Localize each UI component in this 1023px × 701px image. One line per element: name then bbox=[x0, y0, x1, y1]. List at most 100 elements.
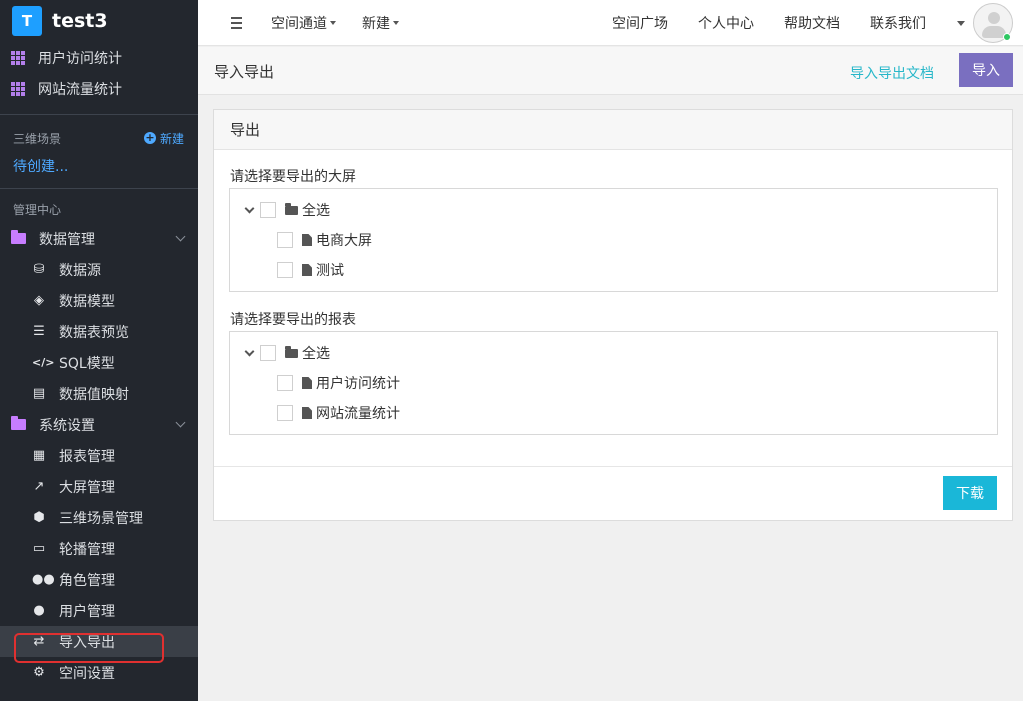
sidebar-item-screen-management[interactable]: ↗ 大屏管理 bbox=[0, 471, 198, 502]
folder-icon bbox=[11, 416, 26, 430]
sidebar-item-datasource[interactable]: ⛁ 数据源 bbox=[0, 254, 198, 285]
user-icon: ● bbox=[33, 603, 45, 618]
sidebar-item-label: 网站流量统计 bbox=[38, 81, 122, 98]
brand[interactable]: T test3 bbox=[0, 0, 198, 42]
nav-menu: 空间通道 新建 bbox=[271, 13, 425, 33]
sidebar-item-label: 大屏管理 bbox=[59, 479, 115, 496]
sidebar-item-role-management[interactable]: ●● 角色管理 bbox=[0, 564, 198, 595]
online-status-dot bbox=[1003, 33, 1011, 41]
checkbox[interactable] bbox=[277, 375, 293, 391]
nav-personal-center[interactable]: 个人中心 bbox=[698, 13, 754, 33]
sidebar-item-label: SQL模型 bbox=[59, 355, 115, 372]
tree-node[interactable]: 用户访问统计 bbox=[277, 373, 400, 393]
sidebar-item-label: 用户管理 bbox=[59, 603, 115, 620]
panel-title: 导出 bbox=[214, 110, 1012, 150]
checkbox[interactable] bbox=[260, 345, 276, 361]
nav-label: 空间通道 bbox=[271, 15, 327, 32]
gear-icon: ⚙ bbox=[33, 665, 45, 680]
checkbox[interactable] bbox=[260, 202, 276, 218]
checkbox[interactable] bbox=[277, 405, 293, 421]
sidebar-item-label: 轮播管理 bbox=[59, 541, 115, 558]
chevron-down-icon[interactable] bbox=[244, 203, 255, 213]
nav-new[interactable]: 新建 bbox=[362, 13, 399, 33]
brand-name: test3 bbox=[52, 10, 108, 32]
reports-tree: 全选 用户访问统计 网站流量统计 bbox=[229, 331, 998, 435]
tree-node-label: 网站流量统计 bbox=[316, 406, 400, 422]
sidebar-item-3d-scene-management[interactable]: ⬢ 三维场景管理 bbox=[0, 502, 198, 533]
import-button[interactable]: 导入 bbox=[959, 53, 1013, 87]
file-icon bbox=[302, 377, 312, 389]
checkbox[interactable] bbox=[277, 262, 293, 278]
sidebar-item-label: 数据表预览 bbox=[59, 324, 129, 341]
plus-circle-icon: + bbox=[143, 131, 156, 144]
nav-space-channel[interactable]: 空间通道 bbox=[271, 13, 336, 33]
sidebar-item-carousel-management[interactable]: ▭ 轮播管理 bbox=[0, 533, 198, 564]
sidebar-item-user-visit-stats[interactable]: 用户访问统计 bbox=[0, 42, 198, 73]
sidebar-item-value-mapping[interactable]: ▤ 数据值映射 bbox=[0, 378, 198, 409]
tree-node-label: 全选 bbox=[302, 203, 330, 219]
nav-contact-us[interactable]: 联系我们 bbox=[870, 13, 926, 33]
sidebar-item-table-preview[interactable]: ☰ 数据表预览 bbox=[0, 316, 198, 347]
tree-node-root[interactable]: 全选 bbox=[244, 200, 330, 220]
screens-tree: 全选 电商大屏 测试 bbox=[229, 188, 998, 292]
tree-node-label: 全选 bbox=[302, 346, 330, 362]
nav-right: 空间广场 个人中心 帮助文档 联系我们 bbox=[612, 0, 1023, 46]
sidebar-item-import-export[interactable]: ⇄ 导入导出 bbox=[0, 626, 198, 657]
tree-node[interactable]: 网站流量统计 bbox=[277, 403, 400, 423]
folder-icon bbox=[11, 230, 26, 244]
tree-node-label: 电商大屏 bbox=[316, 233, 372, 249]
screens-section-label: 请选择要导出的大屏 bbox=[230, 169, 356, 185]
sidebar-item-sql-model[interactable]: </> SQL模型 bbox=[0, 347, 198, 378]
new-scene-label: 新建 bbox=[159, 131, 184, 146]
avatar-head bbox=[988, 12, 1000, 24]
exchange-icon: ⇄ bbox=[33, 634, 45, 649]
nav-help-docs[interactable]: 帮助文档 bbox=[784, 13, 840, 33]
sidebar-item-user-management[interactable]: ● 用户管理 bbox=[0, 595, 198, 626]
new-scene-button[interactable]: + 新建 bbox=[143, 130, 184, 147]
sidebar-item-report-management[interactable]: ▦ 报表管理 bbox=[0, 440, 198, 471]
tree-node[interactable]: 测试 bbox=[277, 260, 344, 280]
tree-node-label: 测试 bbox=[316, 263, 344, 279]
cube-icon: ⬢ bbox=[33, 510, 45, 525]
folder-icon bbox=[285, 202, 298, 215]
chart-line-icon: ↗ bbox=[33, 479, 45, 494]
pending-scene-link[interactable]: 待创建... bbox=[0, 152, 198, 180]
tree-node[interactable]: 电商大屏 bbox=[277, 230, 372, 250]
sidebar-item-data-model[interactable]: ◈ 数据模型 bbox=[0, 285, 198, 316]
file-icon bbox=[302, 234, 312, 246]
chevron-down-icon bbox=[175, 417, 186, 428]
panel-footer-divider bbox=[214, 466, 1012, 467]
scenes-section-label: 三维场景 + 新建 bbox=[0, 124, 198, 152]
database-icon: ⛁ bbox=[33, 262, 45, 277]
checkbox[interactable] bbox=[277, 232, 293, 248]
sidebar-item-label: 数据模型 bbox=[59, 293, 115, 310]
collapse-sidebar-icon[interactable] bbox=[228, 16, 242, 29]
sidebar-item-label: 空间设置 bbox=[59, 665, 115, 682]
chevron-down-icon[interactable] bbox=[244, 346, 255, 356]
avatar[interactable] bbox=[973, 3, 1013, 43]
user-menu-caret-icon[interactable] bbox=[957, 20, 965, 26]
group-label: 系统设置 bbox=[39, 417, 95, 434]
users-icon: ●● bbox=[32, 572, 55, 587]
sidebar-item-label: 用户访问统计 bbox=[38, 50, 122, 67]
page-title: 导入导出 bbox=[214, 63, 275, 81]
book-icon: ▤ bbox=[32, 386, 46, 401]
download-button[interactable]: 下载 bbox=[943, 476, 997, 510]
sidebar-item-label: 数据源 bbox=[59, 262, 101, 279]
sidebar-item-space-settings[interactable]: ⚙ 空间设置 bbox=[0, 657, 198, 688]
export-panel: 导出 请选择要导出的大屏 全选 电商大屏 测试 请选择要导出的报表 全选 用户访… bbox=[213, 109, 1013, 521]
sidebar-group-system-settings[interactable]: 系统设置 bbox=[0, 409, 198, 440]
grid-icon: ▦ bbox=[32, 448, 46, 463]
tree-node-root[interactable]: 全选 bbox=[244, 343, 330, 363]
nav-space-plaza[interactable]: 空间广场 bbox=[612, 13, 668, 33]
sidebar-item-label: 角色管理 bbox=[59, 572, 115, 589]
sidebar-item-label: 三维场景管理 bbox=[59, 510, 143, 527]
nav-label: 新建 bbox=[362, 15, 390, 32]
folder-icon bbox=[285, 345, 298, 358]
sidebar-group-data-management[interactable]: 数据管理 bbox=[0, 223, 198, 254]
monitor-icon: ▭ bbox=[32, 541, 46, 556]
import-export-doc-link[interactable]: 导入导出文档 bbox=[850, 63, 934, 83]
sidebar-item-site-traffic-stats[interactable]: 网站流量统计 bbox=[0, 73, 198, 104]
chevron-down-icon bbox=[175, 231, 186, 242]
cubes-icon: ◈ bbox=[34, 293, 44, 308]
